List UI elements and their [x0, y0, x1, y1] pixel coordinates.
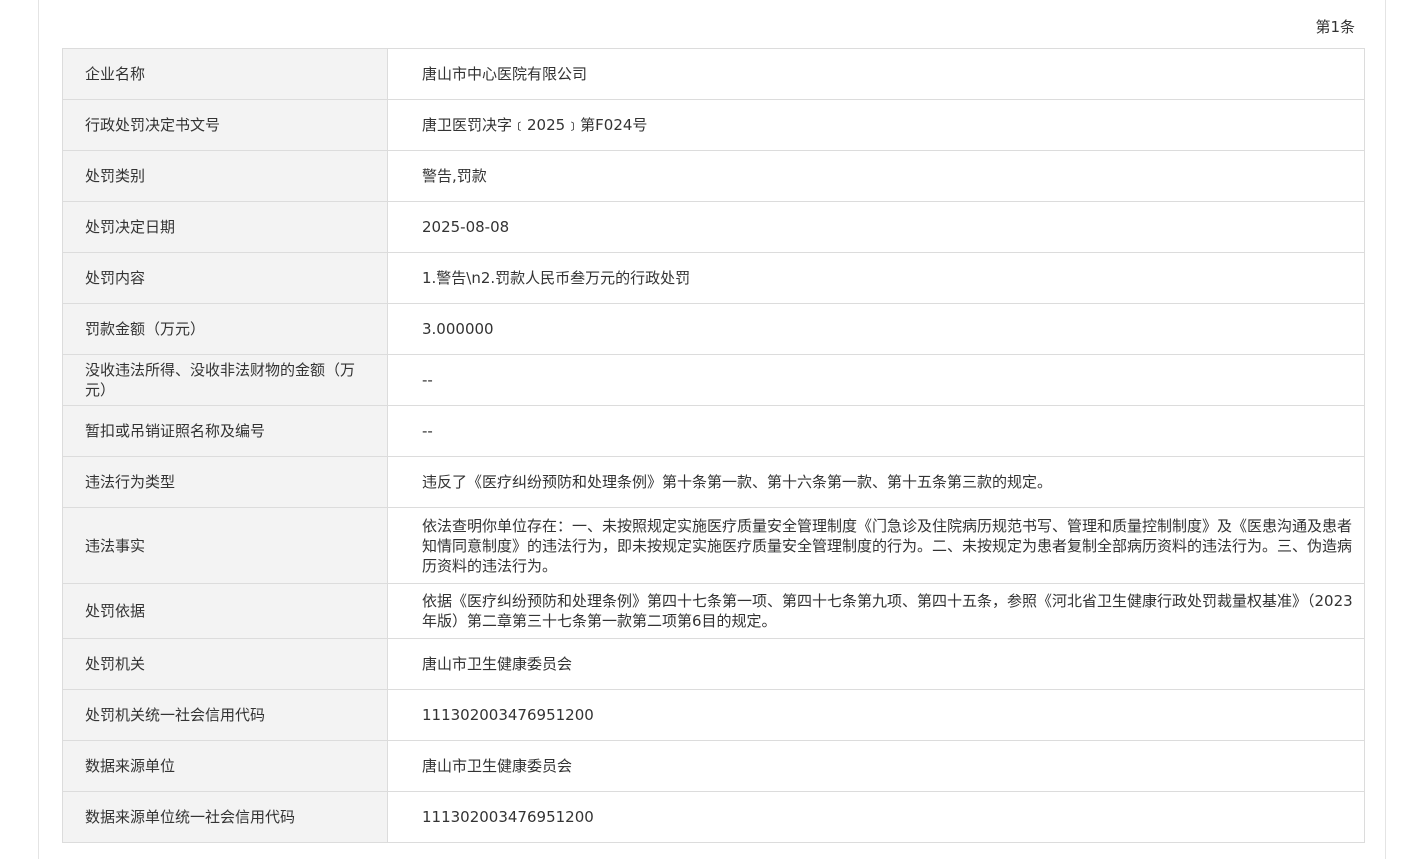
table-row: 数据来源单位统一社会信用代码 111302003476951200 — [62, 791, 1365, 843]
table-row: 没收违法所得、没收非法财物的金额（万元） -- — [62, 354, 1365, 406]
row-label-violation-type: 违法行为类型 — [62, 456, 388, 508]
row-label-penalty-basis: 处罚依据 — [62, 583, 388, 639]
row-label-license-revocation: 暂扣或吊销证照名称及编号 — [62, 405, 388, 457]
table-row: 处罚决定日期 2025-08-08 — [62, 201, 1365, 253]
row-value-violation-type: 违反了《医疗纠纷预防和处理条例》第十条第一款、第十六条第一款、第十五条第三款的规… — [387, 456, 1365, 508]
row-value-confiscation-amount: -- — [387, 354, 1365, 406]
row-value-license-revocation: -- — [387, 405, 1365, 457]
table-row: 处罚依据 依据《医疗纠纷预防和处理条例》第四十七条第一项、第四十七条第九项、第四… — [62, 583, 1365, 639]
row-value-penalty-basis: 依据《医疗纠纷预防和处理条例》第四十七条第一项、第四十七条第九项、第四十五条，参… — [387, 583, 1365, 639]
table-row: 处罚机关统一社会信用代码 111302003476951200 — [62, 689, 1365, 741]
row-label-penalty-category: 处罚类别 — [62, 150, 388, 202]
row-value-penalty-content: 1.警告\n2.罚款人民币叁万元的行政处罚 — [387, 252, 1365, 304]
table-row: 数据来源单位 唐山市卫生健康委员会 — [62, 740, 1365, 792]
row-label-authority-credit-code: 处罚机关统一社会信用代码 — [62, 689, 388, 741]
table-row: 处罚内容 1.警告\n2.罚款人民币叁万元的行政处罚 — [62, 252, 1365, 304]
row-label-confiscation-amount: 没收违法所得、没收非法财物的金额（万元） — [62, 354, 388, 406]
record-index: 第1条 — [1315, 18, 1355, 36]
table-row: 处罚类别 警告,罚款 — [62, 150, 1365, 202]
row-value-data-source-unit: 唐山市卫生健康委员会 — [387, 740, 1365, 792]
row-label-source-credit-code: 数据来源单位统一社会信用代码 — [62, 791, 388, 843]
row-value-source-credit-code: 111302003476951200 — [387, 791, 1365, 843]
row-value-violation-facts: 依法查明你单位存在：一、未按照规定实施医疗质量安全管理制度《门急诊及住院病历规范… — [387, 507, 1365, 584]
row-value-company-name: 唐山市中心医院有限公司 — [387, 48, 1365, 100]
table-row: 行政处罚决定书文号 唐卫医罚决字﹝2025﹞第F024号 — [62, 99, 1365, 151]
record-panel: 第1条 企业名称 唐山市中心医院有限公司 行政处罚决定书文号 唐卫医罚决字﹝20… — [38, 0, 1386, 859]
row-label-decision-number: 行政处罚决定书文号 — [62, 99, 388, 151]
table-row: 处罚机关 唐山市卫生健康委员会 — [62, 638, 1365, 690]
row-label-penalty-content: 处罚内容 — [62, 252, 388, 304]
table-row: 暂扣或吊销证照名称及编号 -- — [62, 405, 1365, 457]
row-label-decision-date: 处罚决定日期 — [62, 201, 388, 253]
row-value-penalty-authority: 唐山市卫生健康委员会 — [387, 638, 1365, 690]
row-value-penalty-category: 警告,罚款 — [387, 150, 1365, 202]
row-label-data-source-unit: 数据来源单位 — [62, 740, 388, 792]
row-value-decision-number: 唐卫医罚决字﹝2025﹞第F024号 — [387, 99, 1365, 151]
row-value-authority-credit-code: 111302003476951200 — [387, 689, 1365, 741]
penalty-detail-table: 企业名称 唐山市中心医院有限公司 行政处罚决定书文号 唐卫医罚决字﹝2025﹞第… — [62, 48, 1365, 843]
table-row: 罚款金额（万元） 3.000000 — [62, 303, 1365, 355]
table-row: 违法事实 依法查明你单位存在：一、未按照规定实施医疗质量安全管理制度《门急诊及住… — [62, 507, 1365, 584]
row-label-company-name: 企业名称 — [62, 48, 388, 100]
table-row: 企业名称 唐山市中心医院有限公司 — [62, 48, 1365, 100]
row-label-penalty-authority: 处罚机关 — [62, 638, 388, 690]
row-value-fine-amount: 3.000000 — [387, 303, 1365, 355]
row-value-decision-date: 2025-08-08 — [387, 201, 1365, 253]
table-row: 违法行为类型 违反了《医疗纠纷预防和处理条例》第十条第一款、第十六条第一款、第十… — [62, 456, 1365, 508]
row-label-fine-amount: 罚款金额（万元） — [62, 303, 388, 355]
row-label-violation-facts: 违法事实 — [62, 507, 388, 584]
